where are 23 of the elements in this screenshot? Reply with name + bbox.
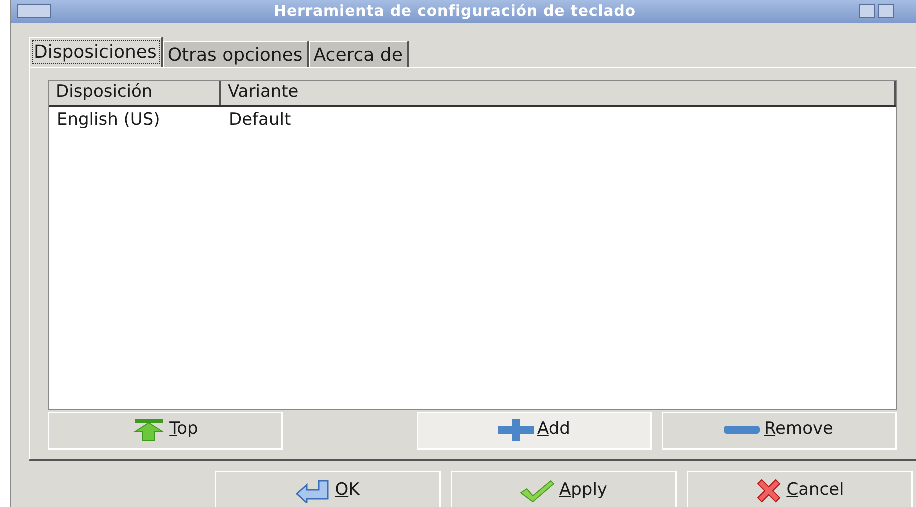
maximize-icon[interactable] (878, 4, 894, 18)
table-cell-text: Default (228, 108, 292, 132)
table-cell-text: English (US) (56, 108, 162, 132)
column-header[interactable]: Variante (221, 80, 896, 104)
column-header[interactable]: Disposición (49, 80, 221, 104)
cross-icon (754, 478, 783, 504)
window-title: Herramienta de configuración de teclado (273, 1, 637, 22)
arrow-up-icon (132, 419, 166, 441)
ok-button[interactable]: OK (215, 470, 441, 507)
window-menu-icon[interactable] (17, 4, 51, 18)
minus-icon (724, 426, 760, 434)
add-button[interactable]: Add (417, 412, 652, 450)
checkmark-icon (519, 479, 556, 503)
minimize-icon[interactable] (859, 4, 875, 18)
top-button[interactable]: Top (48, 412, 283, 450)
tab[interactable]: Acerca de (308, 40, 409, 66)
tab[interactable]: Disposiciones (29, 36, 163, 66)
return-arrow-icon (295, 479, 332, 503)
cancel-button[interactable]: Cancel (687, 470, 913, 507)
plus-icon (498, 419, 534, 441)
tab[interactable]: Otras opciones (162, 40, 309, 66)
remove-button[interactable]: Remove (662, 412, 897, 450)
apply-button[interactable]: Apply (451, 470, 677, 507)
